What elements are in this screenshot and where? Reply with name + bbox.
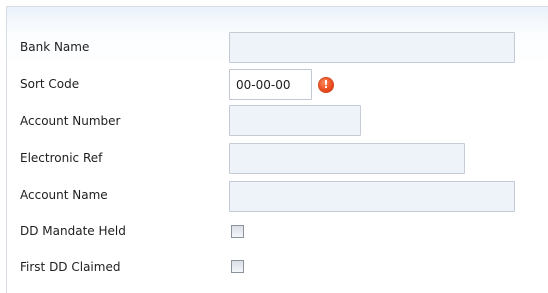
- electronic-ref-field[interactable]: [229, 143, 465, 174]
- bank-name-field[interactable]: [229, 32, 515, 63]
- bank-name-label: Bank Name: [20, 40, 90, 54]
- first-dd-claimed-label: First DD Claimed: [20, 260, 121, 274]
- sort-code-label: Sort Code: [20, 77, 80, 91]
- account-name-field[interactable]: [229, 181, 515, 212]
- dd-mandate-held-label: DD Mandate Held: [20, 224, 126, 238]
- account-name-label: Account Name: [20, 188, 108, 202]
- electronic-ref-label: Electronic Ref: [20, 151, 103, 165]
- sort-code-field[interactable]: [229, 69, 312, 100]
- dd-mandate-held-checkbox[interactable]: [231, 225, 244, 238]
- account-number-label: Account Number: [20, 114, 121, 128]
- first-dd-claimed-checkbox[interactable]: [231, 260, 244, 273]
- error-icon: !: [318, 77, 334, 93]
- account-number-field[interactable]: [229, 105, 361, 136]
